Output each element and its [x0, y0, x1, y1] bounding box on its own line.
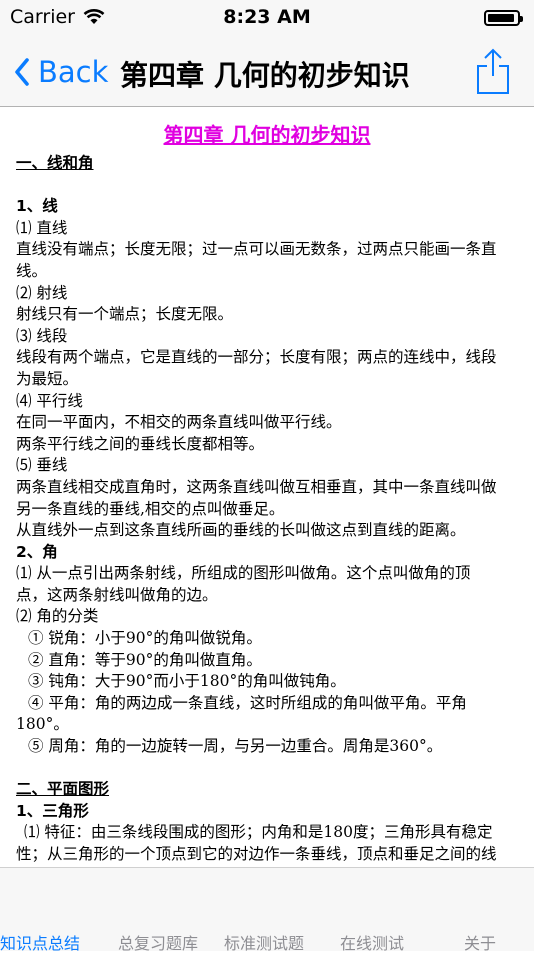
document-line: 从直线外一点到这条直线所画的垂线的长叫做这点到直线的距离。	[16, 521, 466, 540]
document-line: ⑴ 从一点引出两条射线，所组成的图形叫做角。这个点叫做角的顶	[16, 564, 471, 583]
document-line: ⑴ 特征：由三条线段围成的图形；内角和是180度；三角形具有稳定	[24, 823, 493, 842]
back-label: Back	[38, 55, 109, 89]
document-line: 为最短。	[16, 369, 79, 388]
navigation-bar: Back 第四章 几何的初步知识	[0, 38, 534, 107]
document-line: 线段有两个端点，它是直线的一部分；长度有限；两点的连线中，线段	[16, 348, 497, 367]
status-bar: Carrier 8:23 AM	[0, 0, 534, 38]
document-line: ⑵ 角的分类	[16, 607, 99, 626]
document-line: ② 直角：等于90°的角叫做直角。	[28, 650, 262, 669]
document-line: ⑴ 直线	[16, 218, 68, 237]
section-heading: 一、线和角	[16, 154, 94, 172]
tab-standard-tests[interactable]: 标准测试题	[224, 930, 304, 954]
tab-knowledge-summary[interactable]: 知识点总结	[0, 930, 80, 954]
document-line: 线。	[16, 261, 48, 280]
document-line: 180°。	[16, 715, 69, 734]
page-title: 第四章 几何的初步知识	[120, 59, 410, 92]
document-body: 第四章 几何的初步知识 一、线和角 1、线 ⑴ 直线直线没有端点；长度无限；过一点可…	[0, 121, 534, 867]
status-time: 8:23 AM	[223, 6, 311, 28]
document-line: ⑵ 射线	[16, 283, 68, 302]
document-line: ③ 钝角：大于90°而小于180°的角叫做钝角。	[28, 672, 346, 691]
subsection-heading: 1、线	[16, 197, 58, 216]
battery-level	[488, 14, 515, 22]
document-line: 射线只有一个端点；长度无限。	[16, 305, 234, 324]
tab-bar: 知识点总结 总复习题库 标准测试题 在线测试 关于	[0, 867, 534, 954]
document-line: ⑸ 垂线	[16, 456, 68, 475]
battery-icon	[484, 10, 523, 26]
back-button[interactable]: Back	[14, 52, 108, 92]
subsection-heading: 2、角	[16, 542, 58, 561]
document-line: 两条直线相交成直角时，这两条直线叫做互相垂直，其中一条直线叫做	[16, 477, 497, 496]
document-line: 另一条直线的垂线,相交的点叫做垂足。	[16, 499, 285, 518]
document-title: 第四章 几何的初步知识	[163, 123, 371, 147]
section-heading: 二、平面图形	[16, 780, 110, 799]
document-line: ⑷ 平行线	[16, 391, 83, 410]
tab-online-test[interactable]: 在线测试	[340, 930, 404, 954]
document-line: 在同一平面内，不相交的两条直线叫做平行线。	[16, 413, 342, 432]
document-line: 性；从三角形的一个顶点到它的对边作一条垂线，顶点和垂足之间的线	[16, 845, 497, 863]
document-line: ④ 平角：角的两边成一条直线，这时所组成的角叫做平角。平角	[28, 693, 467, 712]
document-line: 直线没有端点；长度无限；过一点可以画无数条，过两点只能画一条直	[16, 240, 497, 259]
document-view[interactable]: 第四章 几何的初步知识 一、线和角 1、线 ⑴ 直线直线没有端点；长度无限；过一点可…	[0, 107, 534, 867]
document-line: 点，这两条射线叫做角的边。	[16, 585, 218, 604]
subsection-heading: 1、三角形	[16, 801, 89, 820]
chevron-left-icon	[15, 58, 29, 86]
document-line: ① 锐角：小于90°的角叫做锐角。	[28, 629, 262, 648]
document-line: ⑤ 周角：角的一边旋转一周，与另一边重合。周角是360°。	[28, 737, 443, 756]
share-icon[interactable]	[474, 46, 512, 96]
tab-review-question-bank[interactable]: 总复习题库	[118, 930, 198, 954]
document-lines: 一、线和角 1、线 ⑴ 直线直线没有端点；长度无限；过一点可以画无数条，过两点只能画…	[16, 153, 518, 867]
document-line: ⑶ 线段	[16, 326, 68, 345]
document-line: 两条平行线之间的垂线长度都相等。	[16, 434, 265, 453]
tab-about[interactable]: 关于	[464, 930, 496, 954]
